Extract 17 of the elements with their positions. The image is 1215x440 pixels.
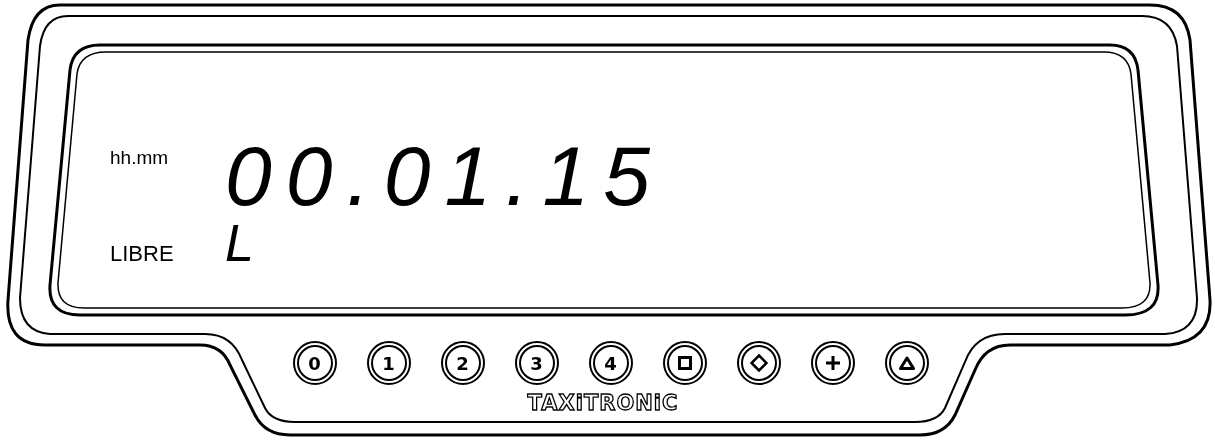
brand-logo: TAXiTRONiC: [526, 391, 680, 415]
number-key[interactable]: 0: [296, 345, 333, 381]
plus-icon: [824, 355, 841, 371]
number-key[interactable]: 4: [592, 345, 629, 381]
number-key[interactable]: 2: [444, 345, 481, 381]
number-key[interactable]: 1: [370, 345, 407, 381]
triangle-key[interactable]: [888, 345, 925, 381]
triangle-icon: [898, 356, 915, 370]
square-key[interactable]: [666, 345, 703, 381]
plus-key[interactable]: [814, 345, 851, 381]
diamond-icon: [749, 354, 768, 372]
time-unit-label: hh.mm: [110, 146, 170, 170]
square-icon: [677, 356, 692, 370]
status-code: L: [225, 220, 254, 266]
status-label: LIBRE: [110, 242, 175, 266]
time-readout: 00.01.15: [225, 140, 664, 212]
number-key[interactable]: 3: [518, 345, 555, 381]
